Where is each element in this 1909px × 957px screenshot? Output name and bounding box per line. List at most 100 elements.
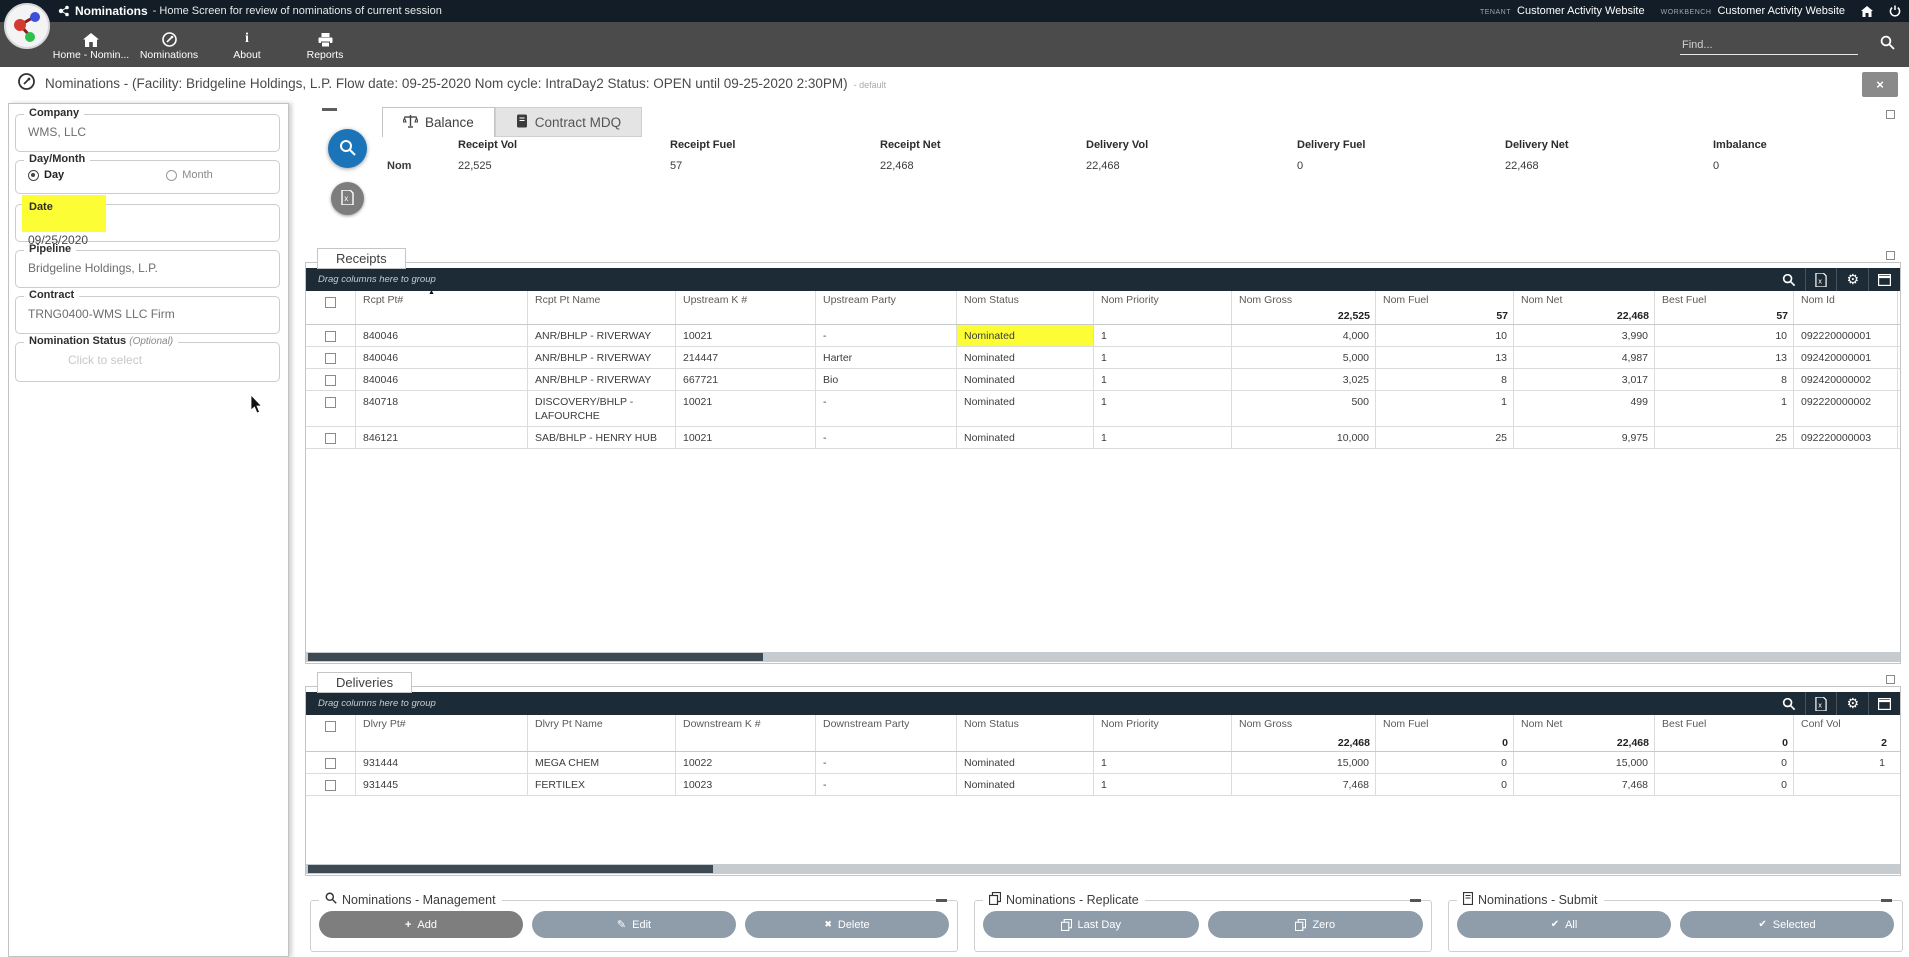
column-header[interactable]: Nom Net22,468 [1514, 715, 1655, 751]
maximize-icon[interactable] [1886, 110, 1895, 119]
filter-sidebar: Company WMS, LLC Day/Month Day Month Dat… [8, 103, 289, 957]
export-file-button[interactable]: x [331, 182, 364, 215]
column-header[interactable]: Rcpt Pt Name [528, 291, 676, 324]
row-checkbox[interactable] [325, 433, 336, 444]
menu-label: Home - Nomin... [53, 49, 129, 61]
column-header[interactable]: Upstream Party [816, 291, 957, 324]
search-submit-button[interactable] [328, 129, 367, 168]
zero-button[interactable]: Zero [1208, 911, 1424, 938]
table-row[interactable]: 840046ANR/BHLP - RIVERWAY10021-Nominated… [306, 325, 1900, 347]
nomination-status-field[interactable]: Nomination Status (Optional) Click to se… [15, 342, 280, 382]
column-header[interactable]: Best Fuel0 [1655, 715, 1794, 751]
select-all-checkbox[interactable] [325, 721, 336, 732]
grid-cell: 10021 [676, 427, 816, 448]
grid-cell: 1 [1094, 347, 1232, 368]
grid-cell: 1 [1376, 391, 1514, 426]
column-header[interactable]: Nom Gross22,525 [1232, 291, 1376, 324]
menu-item-nominations[interactable]: Nominations [130, 31, 208, 61]
column-header[interactable]: Downstream Party [816, 715, 957, 751]
grid-cell: DISCOVERY/BHLP - LAFOURCHE [528, 391, 676, 426]
search-icon[interactable] [1773, 692, 1805, 715]
menu-item-about[interactable]: i About [208, 31, 286, 61]
select-all-checkbox[interactable] [325, 297, 336, 308]
grid-cell: 10021 [676, 391, 816, 426]
scrollbar-thumb[interactable] [308, 653, 763, 661]
home-icon[interactable] [1861, 6, 1873, 17]
column-header[interactable]: Best Fuel57 [1655, 291, 1794, 324]
company-label: Company [24, 107, 84, 119]
column-header[interactable]: Rcpt Pt#▲ [356, 291, 528, 324]
column-header[interactable]: Nom Id [1794, 291, 1898, 324]
settings-gear-icon[interactable]: ⚙ [1836, 692, 1868, 715]
submit-panel-title: Nominations - Submit [1457, 892, 1604, 908]
maximize-icon[interactable] [1886, 675, 1895, 684]
column-header[interactable]: Nom Fuel0 [1376, 715, 1514, 751]
window-icon[interactable] [1868, 268, 1900, 291]
column-header[interactable]: Nom Net22,468 [1514, 291, 1655, 324]
maximize-icon[interactable] [1886, 251, 1895, 260]
replicate-panel-title: Nominations - Replicate [983, 892, 1145, 908]
company-field[interactable]: Company WMS, LLC [15, 114, 280, 152]
scrollbar-thumb[interactable] [308, 865, 713, 873]
collapse-panel-dash-icon[interactable] [1410, 899, 1421, 902]
find-wrap [1680, 35, 1895, 55]
table-row[interactable]: 846121SAB/BHLP - HENRY HUB10021-Nominate… [306, 427, 1900, 449]
search-icon[interactable] [1773, 268, 1805, 291]
search-icon[interactable] [1880, 35, 1895, 55]
menu-item-reports[interactable]: Reports [286, 31, 364, 61]
tab-balance[interactable]: Balance [382, 107, 495, 137]
column-header[interactable]: Nom Priority [1094, 291, 1232, 324]
row-checkbox[interactable] [325, 353, 336, 364]
find-input[interactable] [1680, 36, 1858, 55]
radio-month[interactable]: Month [166, 169, 213, 181]
power-icon[interactable] [1889, 5, 1901, 17]
tab-contract-mdq[interactable]: Contract MDQ [495, 107, 642, 137]
pipeline-field[interactable]: Pipeline Bridgeline Holdings, L.P. [15, 250, 280, 288]
table-row[interactable]: 931445FERTILEX10023-Nominated17,46807,46… [306, 774, 1900, 796]
collapse-panel-dash-icon[interactable] [936, 899, 947, 902]
group-hint: Drag columns here to group [306, 698, 436, 709]
column-header[interactable]: Downstream K # [676, 715, 816, 751]
radio-day[interactable]: Day [28, 169, 64, 181]
row-checkbox[interactable] [325, 780, 336, 791]
balance-column-header: Receipt Fuel [670, 139, 735, 151]
window-icon[interactable] [1868, 692, 1900, 715]
delete-button[interactable]: ✖ Delete [745, 911, 949, 938]
column-header[interactable]: Nom Status [957, 715, 1094, 751]
grid-cell: SAB/BHLP - HENRY HUB [528, 427, 676, 448]
company-logo[interactable] [4, 3, 50, 49]
row-checkbox[interactable] [325, 397, 336, 408]
edit-button[interactable]: ✎ Edit [532, 911, 736, 938]
collapse-panel-dash-icon[interactable] [1881, 899, 1892, 902]
excel-export-icon[interactable]: x [1805, 268, 1836, 291]
table-row[interactable]: 840718DISCOVERY/BHLP - LAFOURCHE10021-No… [306, 391, 1900, 427]
table-row[interactable]: 840046ANR/BHLP - RIVERWAY214447HarterNom… [306, 347, 1900, 369]
grid-cell: Nominated [957, 325, 1094, 346]
settings-gear-icon[interactable]: ⚙ [1836, 268, 1868, 291]
close-button[interactable]: × [1862, 72, 1898, 97]
column-header[interactable]: Nom Fuel57 [1376, 291, 1514, 324]
row-checkbox[interactable] [325, 331, 336, 342]
table-row[interactable]: 931444MEGA CHEM10022-Nominated115,000015… [306, 752, 1900, 774]
receipts-header-row: Rcpt Pt#▲Rcpt Pt NameUpstream K #Upstrea… [306, 291, 1900, 325]
column-header[interactable]: Nom Priority [1094, 715, 1232, 751]
menu-item-home[interactable]: Home - Nomin... [52, 31, 130, 61]
last-day-button[interactable]: Last Day [983, 911, 1199, 938]
column-header[interactable]: Conf Vol2 [1794, 715, 1909, 751]
row-checkbox[interactable] [325, 375, 336, 386]
contract-field[interactable]: Contract TRNG0400-WMS LLC Firm [15, 296, 280, 334]
add-button[interactable]: + Add [319, 911, 523, 938]
excel-export-icon[interactable]: x [1805, 692, 1836, 715]
collapse-sidebar-dash-icon[interactable] [322, 108, 337, 111]
grid-cell: 0 [1376, 774, 1514, 795]
column-header[interactable]: Dlvry Pt# [356, 715, 528, 751]
column-header[interactable]: Nom Status [957, 291, 1094, 324]
date-field[interactable]: Date 09/25/2020 [15, 204, 280, 242]
submit-all-button[interactable]: ✔ All [1457, 911, 1671, 938]
column-header[interactable]: Dlvry Pt Name [528, 715, 676, 751]
row-checkbox[interactable] [325, 758, 336, 769]
column-header[interactable]: Upstream K # [676, 291, 816, 324]
submit-selected-button[interactable]: ✔ Selected [1680, 911, 1894, 938]
column-header[interactable]: Nom Gross22,468 [1232, 715, 1376, 751]
table-row[interactable]: 840046ANR/BHLP - RIVERWAY667721BioNomina… [306, 369, 1900, 391]
